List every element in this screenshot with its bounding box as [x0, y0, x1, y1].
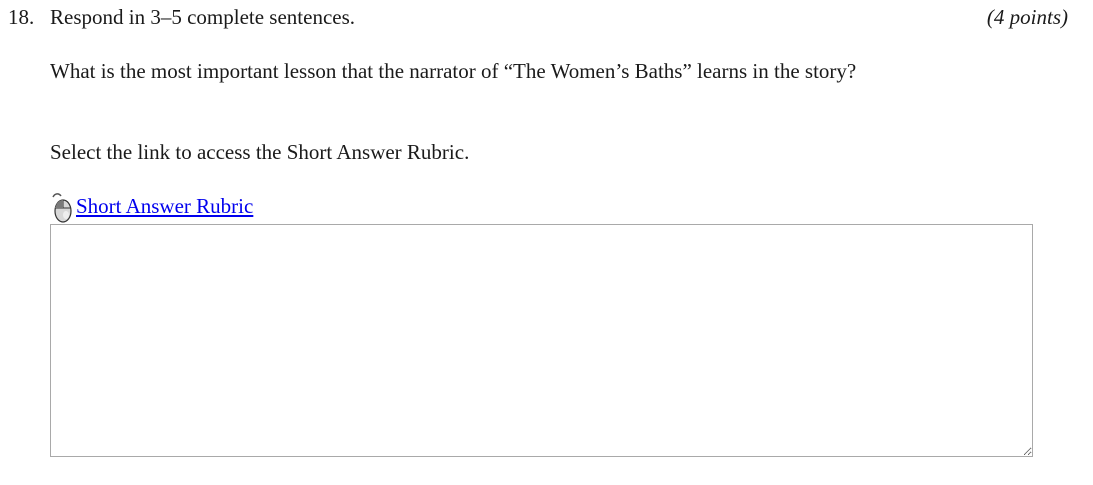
link-instruction: Select the link to access the Short Answ…: [50, 140, 470, 164]
answer-textarea[interactable]: [50, 224, 1033, 457]
question-instruction: Respond in 3–5 complete sentences.: [50, 5, 356, 29]
short-answer-rubric-link[interactable]: Short Answer Rubric: [76, 192, 253, 220]
question-points: (4 points): [986, 5, 1068, 29]
question-number: 18.: [8, 5, 35, 29]
mouse-click-icon[interactable]: [50, 192, 74, 224]
question-prompt: What is the most important lesson that t…: [50, 59, 857, 83]
rubric-link-row[interactable]: Short Answer Rubric: [50, 192, 253, 224]
